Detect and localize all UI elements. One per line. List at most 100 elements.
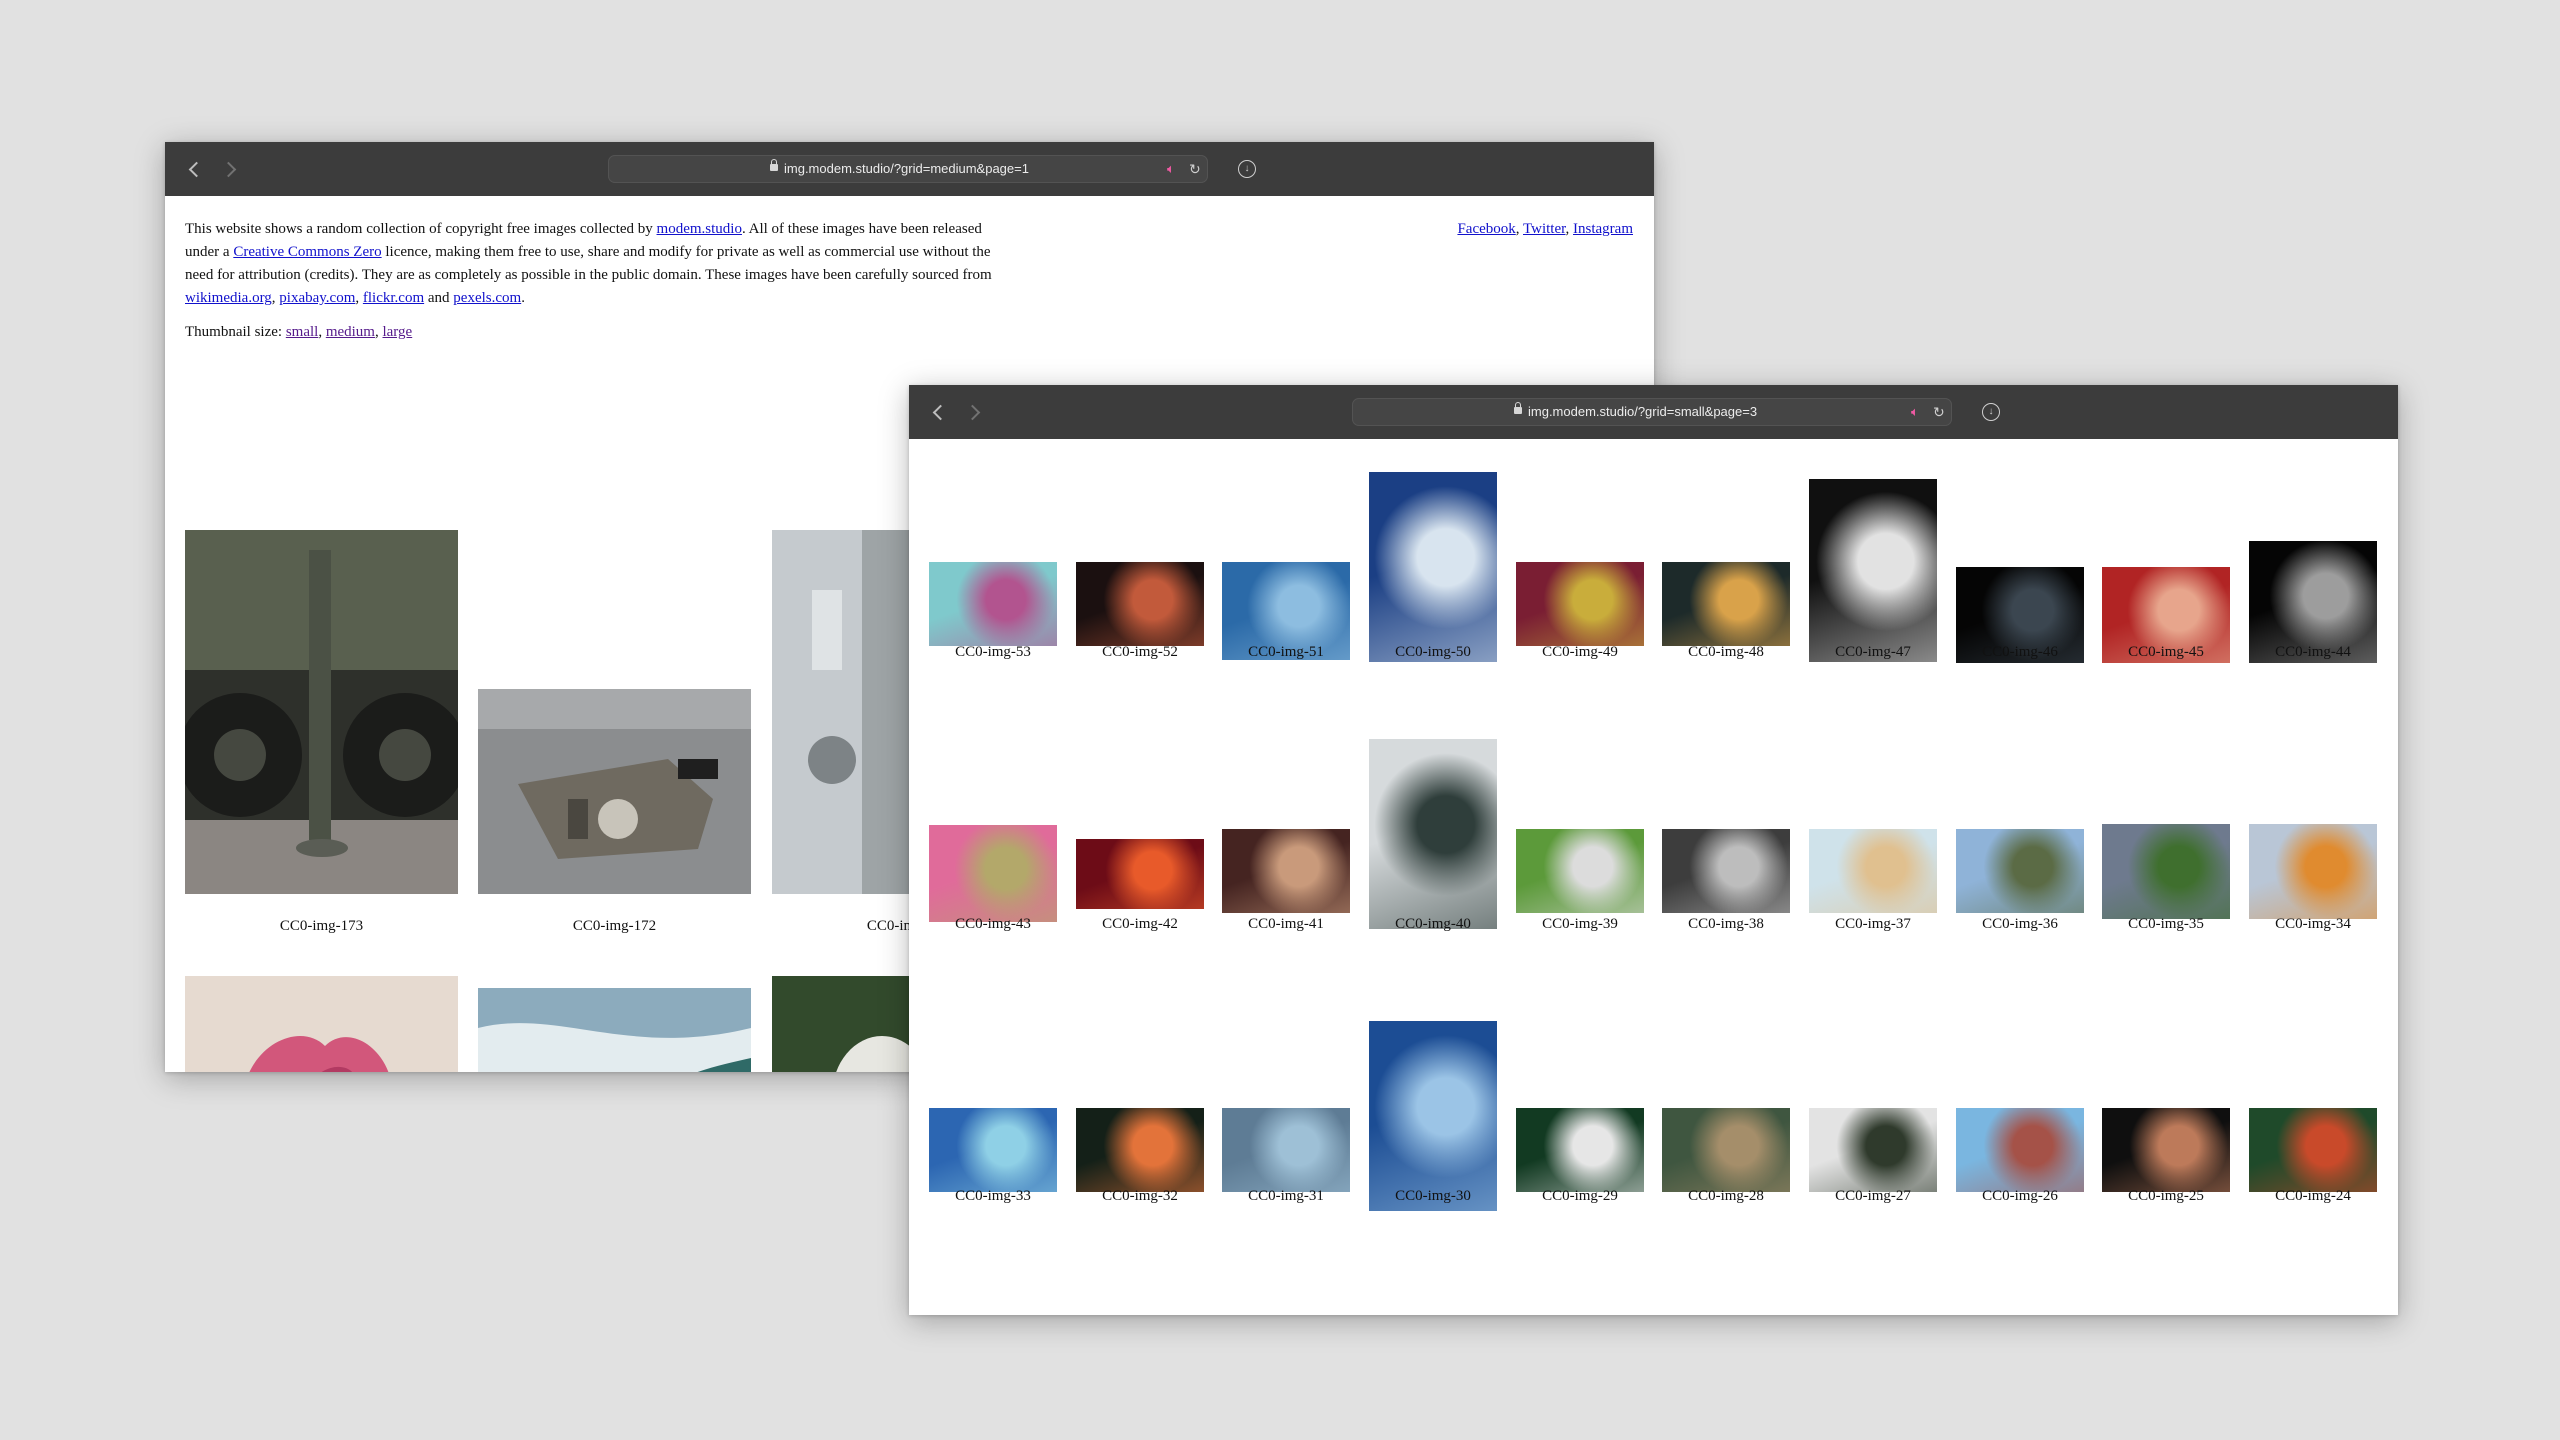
image-caption: CC0-img-32: [1102, 1188, 1178, 1204]
thumbnail-medium-link[interactable]: medium: [326, 324, 375, 340]
image-tile[interactable]: CC0-img-25: [2102, 983, 2230, 1213]
image-tile[interactable]: CC0-img-38: [1662, 711, 1790, 941]
download-icon[interactable]: ↓: [1982, 403, 2000, 421]
thumbnail-image[interactable]: [1076, 839, 1204, 909]
image-caption: CC0-img-27: [1835, 1188, 1911, 1204]
reload-icon[interactable]: ↻: [1933, 404, 1945, 420]
image-tile[interactable]: CC0-img-51: [1222, 439, 1350, 669]
image-tile[interactable]: CC0-img-45: [2102, 439, 2230, 669]
separator: ,: [355, 290, 363, 306]
thumbnail-image[interactable]: [1369, 472, 1497, 662]
thumbnail-image[interactable]: [185, 530, 458, 894]
image-tile[interactable]: CC0-img-30: [1369, 983, 1497, 1213]
thumbnail-image[interactable]: [1662, 562, 1790, 646]
back-arrow-icon[interactable]: [925, 398, 953, 426]
forward-arrow-icon[interactable]: [961, 398, 989, 426]
thumbnail-image[interactable]: [929, 825, 1057, 922]
back-arrow-icon[interactable]: [181, 155, 209, 183]
speaker-icon[interactable]: 🔈︎: [1167, 161, 1175, 177]
forward-arrow-icon[interactable]: [217, 155, 245, 183]
address-bar[interactable]: img.modem.studio/?grid=small&page=3 🔈︎ ↻: [1352, 398, 1952, 426]
image-caption: CC0-img-46: [1982, 644, 2058, 660]
thumbnail-image[interactable]: [1222, 829, 1350, 913]
thumbnail-image[interactable]: [478, 988, 751, 1072]
image-tile[interactable]: CC0-img-29: [1516, 983, 1644, 1213]
thumbnail-large-link[interactable]: large: [382, 324, 412, 340]
thumbnail-image[interactable]: [1369, 739, 1497, 929]
image-tile[interactable]: CC0-img-31: [1222, 983, 1350, 1213]
download-icon[interactable]: ↓: [1238, 160, 1256, 178]
image-caption: CC0-img-28: [1688, 1188, 1764, 1204]
thumbnail-image[interactable]: [1809, 1108, 1937, 1192]
thumbnail-image[interactable]: [1662, 1108, 1790, 1192]
facebook-link[interactable]: Facebook: [1457, 221, 1515, 237]
thumbnail-image[interactable]: [2249, 824, 2377, 919]
thumbnail-image[interactable]: [478, 689, 751, 894]
thumbnail-image[interactable]: [1369, 1021, 1497, 1211]
image-tile[interactable]: CC0-img-36: [1956, 711, 2084, 941]
thumbnail-small-link[interactable]: small: [286, 324, 319, 340]
image-caption: CC0-img-36: [1982, 916, 2058, 932]
thumbnail-image[interactable]: [1076, 562, 1204, 646]
image-tile[interactable]: CC0-img-49: [1516, 439, 1644, 669]
url-text[interactable]: img.modem.studio/?grid=small&page=3: [1528, 404, 1757, 419]
thumbnail-image[interactable]: [1516, 1108, 1644, 1192]
thumbnail-image[interactable]: [185, 976, 458, 1072]
image-tile[interactable]: CC0-img-37: [1809, 711, 1937, 941]
image-grid: CC0-img-53 CC0-img-52 CC0-img-51 CC0-img-50…: [909, 439, 2398, 1315]
creative-commons-link[interactable]: Creative Commons Zero: [233, 244, 381, 260]
image-tile[interactable]: CC0-img-52: [1076, 439, 1204, 669]
address-bar[interactable]: img.modem.studio/?grid=medium&page=1 🔈︎ …: [608, 155, 1208, 183]
image-tile[interactable]: CC0-img-24: [2249, 983, 2377, 1213]
reload-icon[interactable]: ↻: [1189, 161, 1201, 177]
image-tile[interactable]: CC0-img-43: [929, 711, 1057, 941]
thumbnail-image[interactable]: [1809, 479, 1937, 662]
image-tile[interactable]: CC0-img-34: [2249, 711, 2377, 941]
thumbnail-image[interactable]: [1076, 1108, 1204, 1192]
image-tile[interactable]: CC0-img-48: [1662, 439, 1790, 669]
image-tile[interactable]: CC0-img-32: [1076, 983, 1204, 1213]
image-tile[interactable]: CC0-img-41: [1222, 711, 1350, 941]
thumbnail-image[interactable]: [2102, 824, 2230, 919]
thumbnail-image[interactable]: [2249, 1108, 2377, 1192]
instagram-link[interactable]: Instagram: [1573, 221, 1633, 237]
image-caption: CC0-img-29: [1542, 1188, 1618, 1204]
image-tile[interactable]: CC0-img-46: [1956, 439, 2084, 669]
thumbnail-image[interactable]: [1956, 1108, 2084, 1192]
image-tile[interactable]: CC0-img-44: [2249, 439, 2377, 669]
image-tile[interactable]: CC0-img-35: [2102, 711, 2230, 941]
image-caption: CC0-img-33: [955, 1188, 1031, 1204]
pixabay-link[interactable]: pixabay.com: [279, 290, 355, 306]
twitter-link[interactable]: Twitter: [1523, 221, 1566, 237]
thumbnail-image[interactable]: [929, 1108, 1057, 1192]
wikimedia-link[interactable]: wikimedia.org: [185, 290, 272, 306]
url-text[interactable]: img.modem.studio/?grid=medium&page=1: [784, 161, 1029, 176]
image-tile[interactable]: CC0-img-50: [1369, 439, 1497, 669]
modem-studio-link[interactable]: modem.studio: [657, 221, 742, 237]
image-tile[interactable]: CC0-img-47: [1809, 439, 1937, 669]
flickr-link[interactable]: flickr.com: [363, 290, 424, 306]
speaker-icon[interactable]: 🔈︎: [1911, 404, 1919, 420]
image-tile[interactable]: CC0-img-40: [1369, 711, 1497, 941]
pexels-link[interactable]: pexels.com: [453, 290, 521, 306]
image-caption: CC0-img-30: [1395, 1188, 1471, 1204]
image-tile[interactable]: CC0-img-33: [929, 983, 1057, 1213]
image-tile[interactable]: CC0-img-42: [1076, 711, 1204, 941]
separator: ,: [1565, 221, 1574, 237]
image-caption: CC0-img-31: [1248, 1188, 1324, 1204]
thumbnail-image[interactable]: [1956, 829, 2084, 913]
thumbnail-image[interactable]: [2102, 1108, 2230, 1192]
thumbnail-image[interactable]: [1516, 829, 1644, 913]
image-tile[interactable]: CC0-img-53: [929, 439, 1057, 669]
image-tile[interactable]: CC0-img-27: [1809, 983, 1937, 1213]
browser-window-small-grid: img.modem.studio/?grid=small&page=3 🔈︎ ↻…: [909, 385, 2398, 1315]
image-tile[interactable]: CC0-img-26: [1956, 983, 2084, 1213]
thumbnail-image[interactable]: [1809, 829, 1937, 913]
thumbnail-image[interactable]: [1516, 562, 1644, 646]
thumbnail-image[interactable]: [1222, 1108, 1350, 1192]
image-tile[interactable]: CC0-img-28: [1662, 983, 1790, 1213]
thumbnail-image[interactable]: [929, 562, 1057, 646]
image-tile[interactable]: CC0-img-39: [1516, 711, 1644, 941]
separator: ,: [1515, 221, 1523, 237]
thumbnail-image[interactable]: [1662, 829, 1790, 913]
